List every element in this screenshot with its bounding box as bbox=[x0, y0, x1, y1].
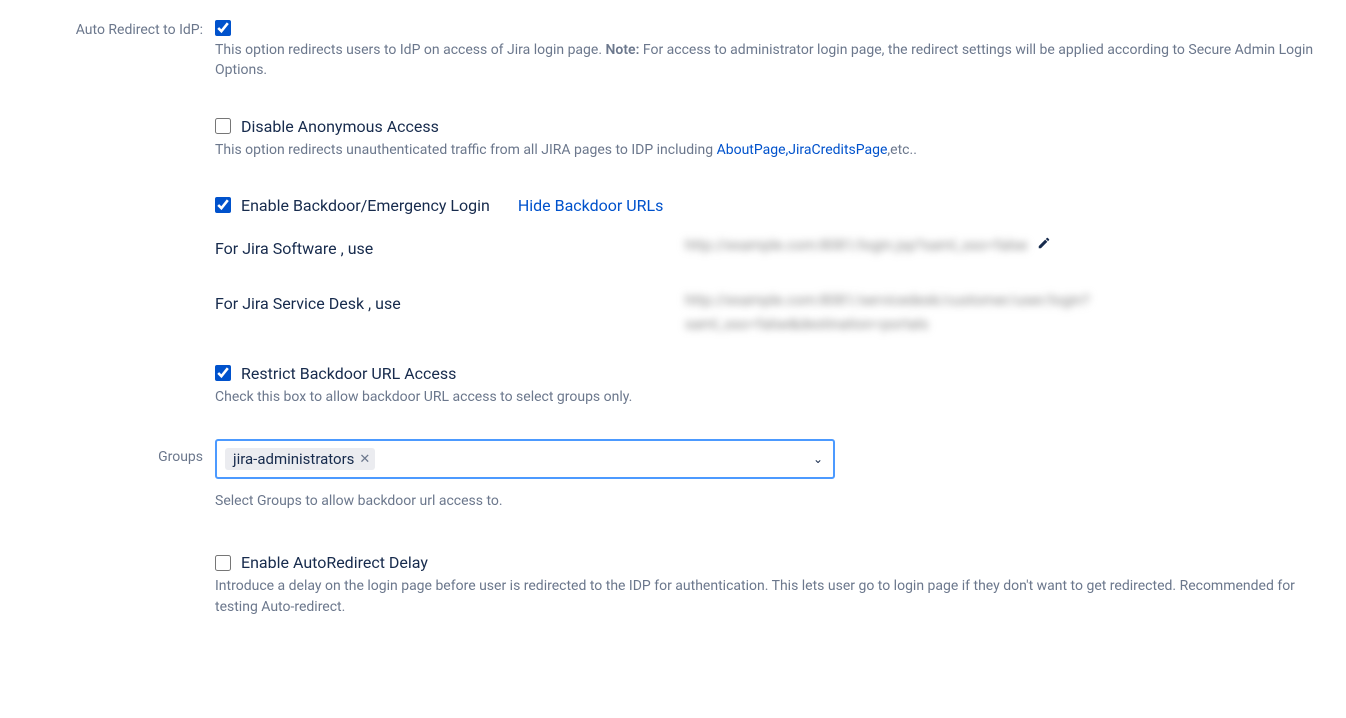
enable-backdoor-label: Enable Backdoor/Emergency Login bbox=[241, 196, 490, 215]
disable-anonymous-help: This option redirects unauthenticated tr… bbox=[215, 140, 1331, 160]
chevron-down-icon[interactable]: ⌄ bbox=[813, 452, 823, 466]
jira-servicedesk-url-label: For Jira Service Desk , use bbox=[215, 288, 685, 336]
autoredirect-delay-help: Introduce a delay on the login page befo… bbox=[215, 576, 1331, 617]
jira-software-url-value: http://example.com:8081/login.jsp?saml_s… bbox=[685, 236, 1027, 254]
disable-anonymous-label: Disable Anonymous Access bbox=[241, 117, 439, 136]
disable-anonymous-checkbox[interactable] bbox=[215, 118, 231, 134]
restrict-backdoor-label: Restrict Backdoor URL Access bbox=[241, 364, 456, 383]
enable-backdoor-checkbox[interactable] bbox=[215, 197, 231, 213]
auto-redirect-checkbox[interactable] bbox=[215, 20, 231, 36]
autoredirect-delay-checkbox[interactable] bbox=[215, 555, 231, 571]
group-chip[interactable]: jira-administrators ✕ bbox=[225, 448, 375, 470]
groups-label: Groups bbox=[15, 439, 215, 545]
jira-software-url-label: For Jira Software , use bbox=[215, 233, 685, 258]
jira-servicedesk-url-value: http://example.com:8081/servicedesk/cust… bbox=[685, 291, 1090, 333]
groups-select[interactable]: jira-administrators ✕ ⌄ bbox=[215, 439, 835, 479]
hide-backdoor-urls-link[interactable]: Hide Backdoor URLs bbox=[518, 196, 664, 215]
close-icon[interactable]: ✕ bbox=[359, 452, 370, 467]
restrict-backdoor-checkbox[interactable] bbox=[215, 365, 231, 381]
restrict-backdoor-help: Check this box to allow backdoor URL acc… bbox=[215, 387, 1331, 407]
about-pages-link[interactable]: AboutPage,JiraCreditsPage bbox=[717, 142, 888, 158]
group-chip-label: jira-administrators bbox=[233, 450, 354, 468]
auto-redirect-help: This option redirects users to IdP on ac… bbox=[215, 40, 1331, 81]
auto-redirect-label: Auto Redirect to IdP: bbox=[15, 20, 215, 109]
pencil-icon[interactable] bbox=[1037, 236, 1051, 254]
autoredirect-delay-label: Enable AutoRedirect Delay bbox=[241, 553, 428, 572]
groups-help: Select Groups to allow backdoor url acce… bbox=[215, 491, 1331, 511]
